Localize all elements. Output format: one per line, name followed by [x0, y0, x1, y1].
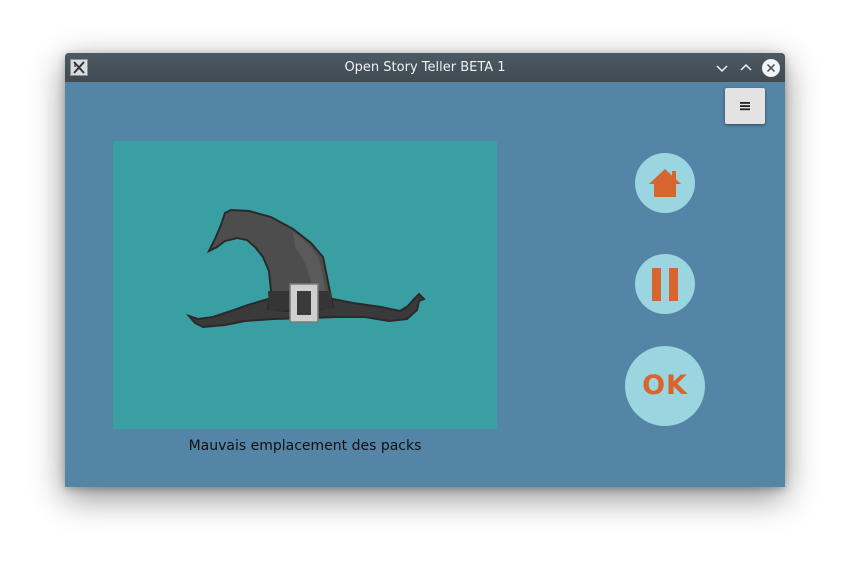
- pause-icon: [652, 268, 678, 301]
- hamburger-icon: [740, 102, 750, 111]
- minimize-button[interactable]: [712, 58, 732, 78]
- close-icon: [762, 59, 780, 77]
- story-caption: Mauvais emplacement des packs: [188, 438, 422, 454]
- home-icon: [649, 169, 681, 197]
- maximize-button[interactable]: [736, 58, 756, 78]
- pause-button[interactable]: [635, 254, 695, 314]
- app-window: Open Story Teller BETA 1 Mauvais emplace…: [65, 53, 785, 487]
- window-title: Open Story Teller BETA 1: [344, 60, 506, 75]
- close-button[interactable]: [761, 58, 781, 78]
- chevron-down-icon: [716, 65, 728, 73]
- witch-hat-image: [185, 208, 426, 329]
- chevron-up-icon: [740, 63, 752, 71]
- ok-button[interactable]: OK: [625, 346, 705, 426]
- home-button[interactable]: [635, 153, 695, 213]
- menu-button[interactable]: [725, 88, 765, 124]
- story-image: [113, 141, 497, 429]
- title-bar[interactable]: Open Story Teller BETA 1: [65, 53, 785, 82]
- main-content: Mauvais emplacement des packs OK: [65, 82, 785, 487]
- ok-label: OK: [642, 370, 688, 401]
